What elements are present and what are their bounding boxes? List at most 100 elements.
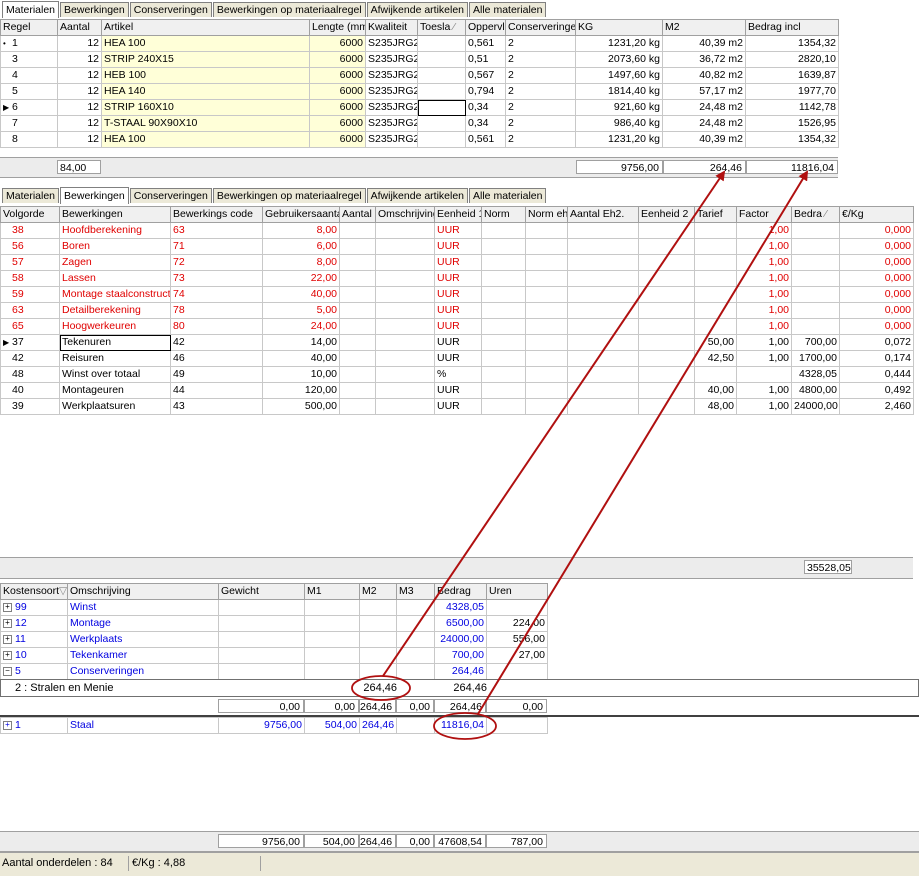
col-aantal[interactable]: Aantal — [339, 206, 376, 223]
material-row[interactable]: 3 12 STRIP 240X15 6000 S235JRG2 0,51 2 2073,60 … — [0, 51, 839, 68]
cell-factor[interactable]: 1,00 — [736, 382, 792, 399]
cell-factor[interactable]: 1,00 — [736, 286, 792, 303]
cell-oppervl[interactable]: 0,34 — [465, 99, 506, 116]
cell-kwaliteit[interactable]: S235JRG2 — [365, 67, 418, 84]
cell-oppervl[interactable]: 0,794 — [465, 83, 506, 100]
cell-omschrijving[interactable] — [375, 222, 435, 239]
cell-tarief[interactable] — [694, 222, 737, 239]
cell-gebruikersaantal[interactable]: 10,00 — [262, 366, 340, 383]
col-aantal[interactable]: Aantal — [57, 19, 102, 36]
col-oppervl[interactable]: Oppervl — [465, 19, 506, 36]
expand-icon[interactable]: + — [3, 650, 12, 660]
operation-row[interactable]: 59 Montage staalconstructie 74 40,00 UUR 1,00… — [0, 286, 914, 303]
cell-conserveringen[interactable]: 2 — [505, 131, 576, 148]
operation-row[interactable]: 57 Zagen 72 8,00 UUR 1,00 0,000 — [0, 254, 914, 271]
cell-aantal[interactable]: 12 — [57, 67, 102, 84]
cell-bewerking[interactable]: Reisuren — [59, 350, 171, 367]
cell-regel[interactable]: 8 — [0, 131, 58, 148]
cell-aantal[interactable] — [339, 222, 376, 239]
cell-factor[interactable]: 1,00 — [736, 254, 792, 271]
cell-aantal-eh2[interactable] — [567, 302, 639, 319]
col-tarief[interactable]: Tarief — [694, 206, 737, 223]
cell-bewerking[interactable]: Detailberekening — [59, 302, 171, 319]
cell-kwaliteit[interactable]: S235JRG2 — [365, 51, 418, 68]
col-bedrag[interactable]: Bedra ⁄ — [791, 206, 840, 223]
cell-regel[interactable]: ▶ 6 — [0, 99, 58, 116]
cell-eenheid-1[interactable]: UUR — [434, 382, 482, 399]
tab-materialen[interactable]: Materialen — [2, 188, 60, 203]
material-row[interactable]: ▶ 6 12 STRIP 160X10 6000 S235JRG2 0,34 2 921,60 … — [0, 99, 839, 116]
cell-bedrag[interactable]: 1142,78 — [745, 99, 839, 116]
cell-volgorde[interactable]: 48 — [0, 366, 60, 383]
col-omschrijving[interactable]: Omschrijving — [67, 583, 219, 600]
cell-aantal-eh2[interactable] — [567, 286, 639, 303]
cell-kg[interactable]: 1814,40 kg — [575, 83, 663, 100]
cell-eenheid-1[interactable]: UUR — [434, 254, 482, 271]
cell-eenheid-2[interactable] — [638, 302, 695, 319]
operation-row[interactable]: 48 Winst over totaal 49 10,00% 4328,05 0,444 — [0, 366, 914, 383]
cell-aantal[interactable]: 12 — [57, 131, 102, 148]
cell-gebruikersaantal[interactable]: 40,00 — [262, 286, 340, 303]
collapse-icon[interactable]: − — [3, 666, 12, 676]
cell-tarief[interactable] — [694, 254, 737, 271]
cell-eenheid-2[interactable] — [638, 398, 695, 415]
cell-eenheid-1[interactable]: % — [434, 366, 482, 383]
cell-toesla[interactable] — [417, 51, 466, 68]
cell-kwaliteit[interactable]: S235JRG2 — [365, 35, 418, 52]
material-row[interactable]: 7 12 T-STAAL 90X90X10 6000 S235JRG2 0,34 2 986,… — [0, 115, 839, 132]
cell-code[interactable]: 78 — [170, 302, 263, 319]
cell-volgorde[interactable]: 58 — [0, 270, 60, 287]
cell-conserveringen[interactable]: 2 — [505, 115, 576, 132]
cell-omschrijving[interactable] — [375, 334, 435, 351]
cell-bedrag[interactable]: 1639,87 — [745, 67, 839, 84]
cell-aantal[interactable] — [339, 318, 376, 335]
cell-kwaliteit[interactable]: S235JRG2 — [365, 83, 418, 100]
cell-tarief[interactable]: 50,00 — [694, 334, 737, 351]
cell-tarief[interactable] — [694, 286, 737, 303]
cell-toesla[interactable] — [417, 115, 466, 132]
cell-norm-eh[interactable] — [525, 270, 568, 287]
cell-oppervl[interactable]: 0,567 — [465, 67, 506, 84]
cell-norm-eh[interactable] — [525, 254, 568, 271]
cell-eenheid-1[interactable]: UUR — [434, 350, 482, 367]
cell-artikel[interactable]: HEA 100 — [101, 35, 310, 52]
cell-lengte[interactable]: 6000 — [309, 99, 366, 116]
cell-bewerking[interactable]: Tekenuren — [59, 334, 171, 351]
cell-bedrag[interactable]: 24000,00 — [791, 398, 840, 415]
expand-icon[interactable]: + — [3, 720, 12, 730]
cell-eenheid-2[interactable] — [638, 270, 695, 287]
cell-code[interactable]: 46 — [170, 350, 263, 367]
cell-factor[interactable]: 1,00 — [736, 398, 792, 415]
cell-aantal[interactable] — [339, 382, 376, 399]
cell-artikel[interactable]: STRIP 160X10 — [101, 99, 310, 116]
cell-kg[interactable]: 1497,60 kg — [575, 67, 663, 84]
cell-eenheid-1[interactable]: UUR — [434, 222, 482, 239]
cell-bedrag[interactable]: 1977,70 — [745, 83, 839, 100]
cell-lengte[interactable]: 6000 — [309, 83, 366, 100]
cell-norm[interactable] — [481, 270, 526, 287]
cell-euro-kg[interactable]: 0,000 — [839, 254, 914, 271]
cell-gebruikersaantal[interactable]: 22,00 — [262, 270, 340, 287]
col-norm[interactable]: Norm — [481, 206, 526, 223]
cell-code[interactable]: 42 — [170, 334, 263, 351]
cell-euro-kg[interactable]: 0,492 — [839, 382, 914, 399]
material-row[interactable]: 5 12 HEA 140 6000 S235JRG2 0,794 2 1814,40 kg 57… — [0, 83, 839, 100]
cell-code[interactable]: 80 — [170, 318, 263, 335]
cell-aantal-eh2[interactable] — [567, 254, 639, 271]
cell-eenheid-2[interactable] — [638, 238, 695, 255]
tab-afwijkende-artikelen[interactable]: Afwijkende artikelen — [366, 188, 469, 203]
col-kg[interactable]: KG — [575, 19, 663, 36]
cell-oppervl[interactable]: 0,34 — [465, 115, 506, 132]
col-bewerkingen[interactable]: Bewerkingen — [59, 206, 171, 223]
cell-m2[interactable]: 36,72 m2 — [662, 51, 746, 68]
cell-aantal[interactable]: 12 — [57, 35, 102, 52]
material-row[interactable]: 8 12 HEA 100 6000 S235JRG2 0,561 2 1231,20 kg 40… — [0, 131, 839, 148]
cell-bewerking[interactable]: Montageuren — [59, 382, 171, 399]
cell-volgorde[interactable]: 40 — [0, 382, 60, 399]
cell-bewerking[interactable]: Hoogwerkeuren — [59, 318, 171, 335]
cell-tarief[interactable] — [694, 302, 737, 319]
cell-lengte[interactable]: 6000 — [309, 131, 366, 148]
cell-conserveringen[interactable]: 2 — [505, 51, 576, 68]
cell-kwaliteit[interactable]: S235JRG2 — [365, 131, 418, 148]
expand-icon[interactable]: + — [3, 602, 12, 612]
